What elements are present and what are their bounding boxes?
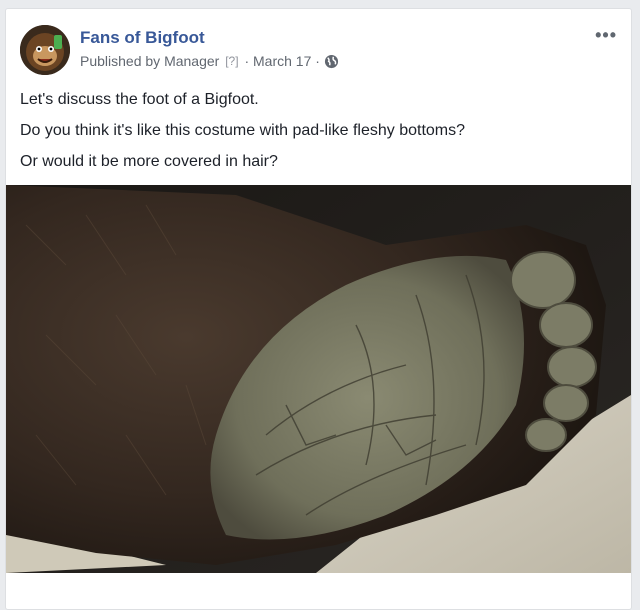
- bigfoot-avatar-icon: [20, 25, 70, 75]
- help-badge[interactable]: [?]: [225, 54, 238, 68]
- post-line-3: Or would it be more covered in hair?: [20, 153, 278, 170]
- post-card: Fans of Bigfoot Published by Manager [?]…: [5, 8, 632, 610]
- post-header: Fans of Bigfoot Published by Manager [?]…: [20, 25, 621, 77]
- post-line-2: Do you think it's like this costume with…: [20, 122, 466, 139]
- post-line-1: Let's discuss the foot of a Bigfoot.: [20, 91, 259, 108]
- post-meta: Published by Manager [?] · March 17 ·: [80, 53, 339, 69]
- manager-label[interactable]: Manager: [164, 53, 219, 69]
- post-message: Let's discuss the foot of a Bigfoot. Do …: [20, 90, 617, 183]
- meta-separator: ·: [244, 53, 250, 69]
- meta-separator-2: ·: [315, 53, 320, 69]
- page-avatar[interactable]: [20, 25, 70, 75]
- page-name-link[interactable]: Fans of Bigfoot: [80, 28, 205, 48]
- globe-icon[interactable]: [324, 54, 339, 69]
- more-options-icon[interactable]: •••: [595, 25, 617, 46]
- post-photo[interactable]: [6, 185, 631, 573]
- post-date-link[interactable]: March 17: [253, 53, 311, 69]
- published-by-label: Published by: [80, 53, 161, 69]
- hairy-foot-photo-image: [6, 185, 631, 573]
